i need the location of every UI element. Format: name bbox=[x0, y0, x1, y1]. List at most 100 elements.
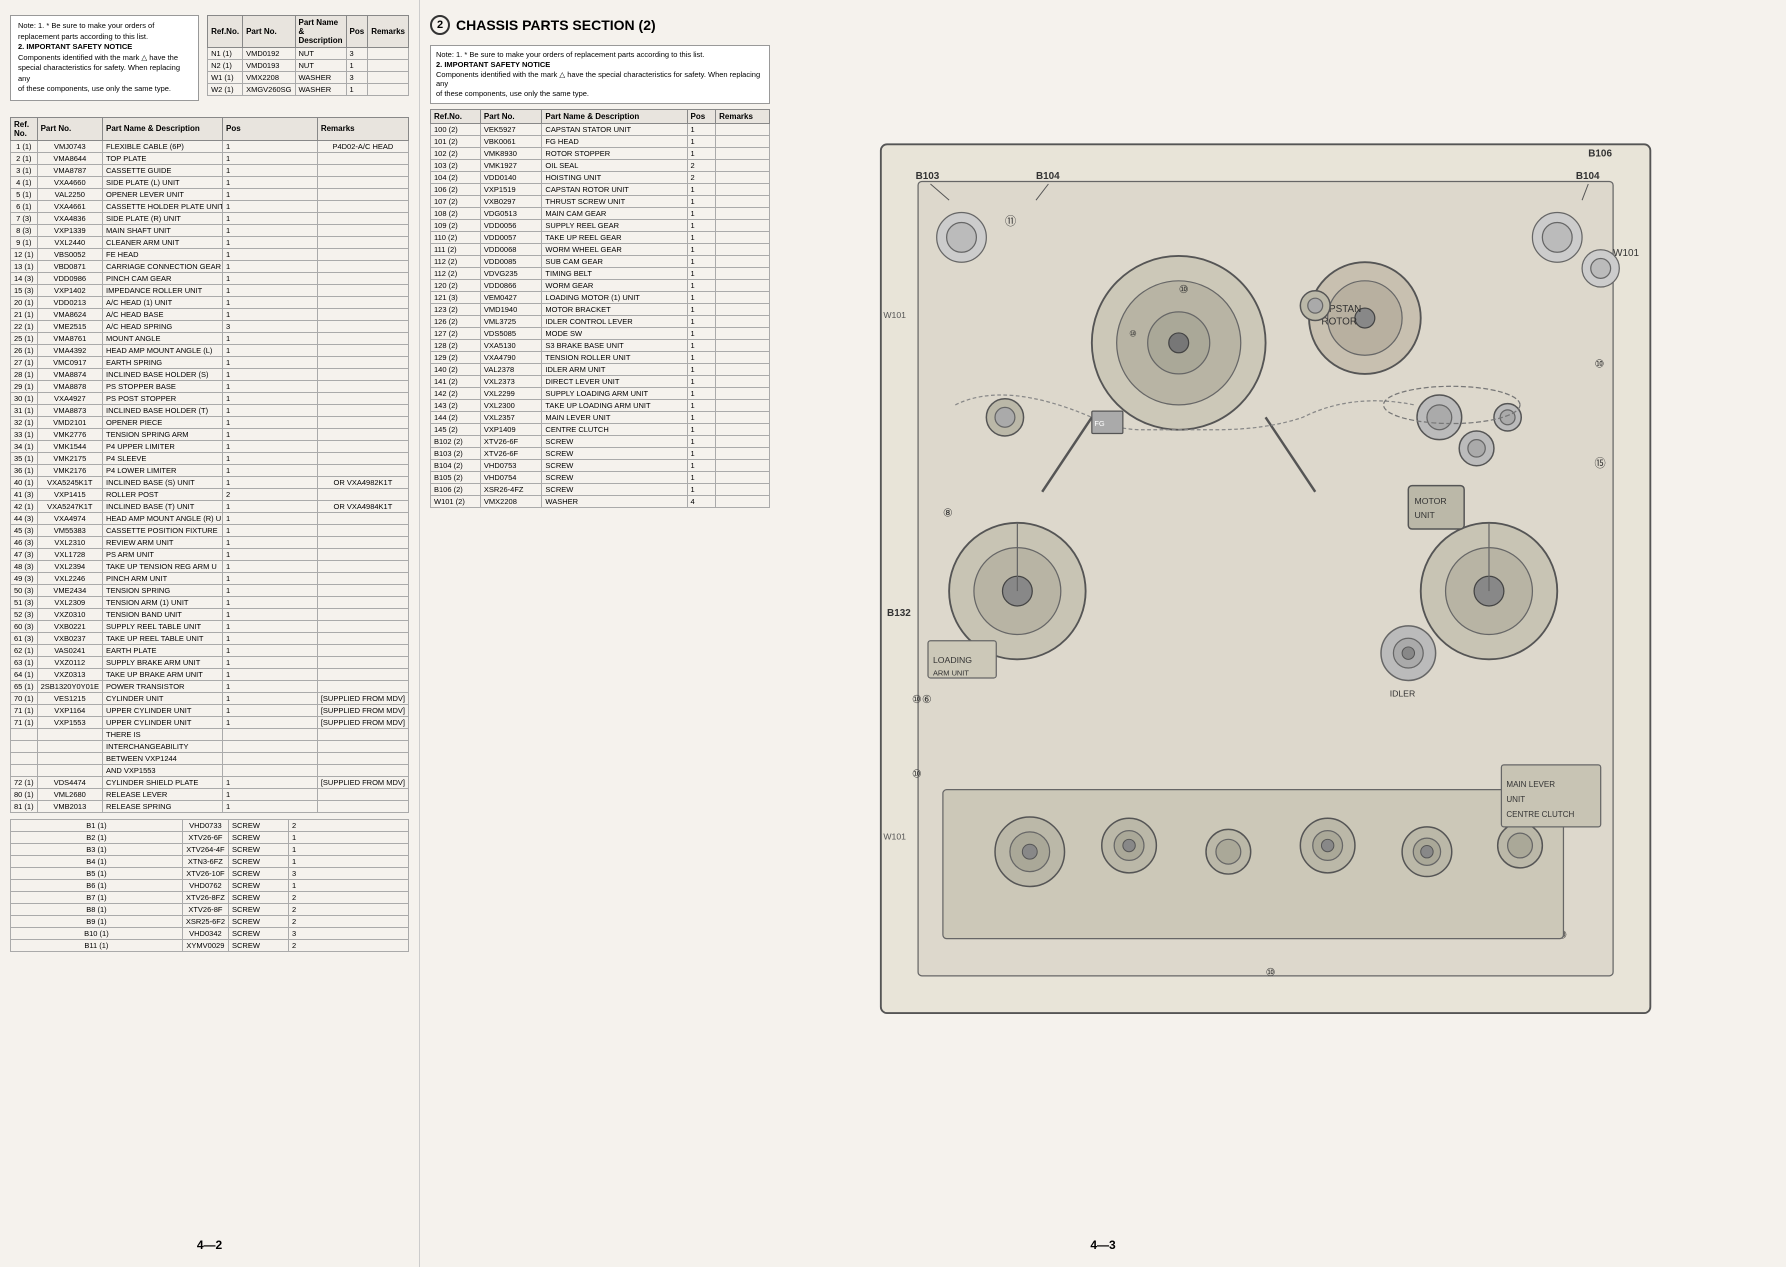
notice-line2: 2. IMPORTANT SAFETY NOTICE bbox=[18, 42, 191, 53]
table-row: 71 (1)VXP1553UPPER CYLINDER UNIT1[SUPPLI… bbox=[11, 716, 409, 728]
table-row: 64 (1)VXZ0313TAKE UP BRAKE ARM UNIT1 bbox=[11, 668, 409, 680]
left-notice-box: Note: 1. * Be sure to make your orders o… bbox=[10, 15, 199, 101]
table-row: 121 (3)VEM0427LOADING MOTOR (1) UNIT1 bbox=[431, 291, 770, 303]
svg-text:UNIT: UNIT bbox=[1415, 510, 1436, 520]
table-row: AND VXP1553 bbox=[11, 764, 409, 776]
table-row: B105 (2)VHD0754SCREW1 bbox=[431, 471, 770, 483]
table-row: N1 (1)VMD0192NUT3 bbox=[208, 48, 409, 60]
svg-text:CENTRE CLUTCH: CENTRE CLUTCH bbox=[1506, 810, 1574, 819]
svg-text:B104: B104 bbox=[1576, 171, 1600, 182]
table-row: 128 (2)VXA5130S3 BRAKE BASE UNIT1 bbox=[431, 339, 770, 351]
svg-text:W101: W101 bbox=[883, 310, 906, 320]
table-row: 104 (2)VDD0140HOISTING UNIT2 bbox=[431, 171, 770, 183]
table-row: 49 (3)VXL2246PINCH ARM UNIT1 bbox=[11, 572, 409, 584]
table-row: 145 (2)VXP1409CENTRE CLUTCH1 bbox=[431, 423, 770, 435]
table-row: 15 (3)VXP1402IMPEDANCE ROLLER UNIT1 bbox=[11, 284, 409, 296]
table-row: 48 (3)VXL2394TAKE UP TENSION REG ARM U1 bbox=[11, 560, 409, 572]
table-row: 32 (1)VMD2101OPENER PIECE1 bbox=[11, 416, 409, 428]
table-row: 140 (2)VAL2378IDLER ARM UNIT1 bbox=[431, 363, 770, 375]
table-row: 62 (1)VAS0241EARTH PLATE1 bbox=[11, 644, 409, 656]
table-row: 44 (3)VXA4974HEAD AMP MOUNT ANGLE (R) U1 bbox=[11, 512, 409, 524]
table-row: 1 (1)VMJ0743FLEXIBLE CABLE (6P)1P4D02-A/… bbox=[11, 140, 409, 152]
table-row: 52 (3)VXZ0310TENSION BAND UNIT1 bbox=[11, 608, 409, 620]
svg-text:⑩⑥: ⑩⑥ bbox=[912, 694, 932, 706]
table-row: 65 (1)2SB1320Y0Y01EPOWER TRANSISTOR1 bbox=[11, 680, 409, 692]
svg-text:W101: W101 bbox=[1613, 248, 1639, 259]
right-page-number: 4—3 bbox=[1090, 1238, 1115, 1252]
table-row: 144 (2)VXL2357MAIN LEVER UNIT1 bbox=[431, 411, 770, 423]
notice-line3: Components identified with the mark △ ha… bbox=[18, 53, 191, 85]
table-row: 3 (1)VMA8787CASSETTE GUIDE1 bbox=[11, 164, 409, 176]
table-row: B5 (1)XTV26-10FSCREW3 bbox=[11, 867, 409, 879]
notice-line4: of these components, use only the same t… bbox=[18, 84, 191, 95]
table-row: B102 (2)XTV26-6FSCREW1 bbox=[431, 435, 770, 447]
table-row: 127 (2)VDS5085MODE SW1 bbox=[431, 327, 770, 339]
table-row: 28 (1)VMA8874INCLINED BASE HOLDER (S)1 bbox=[11, 368, 409, 380]
section-number: 2 bbox=[430, 15, 450, 35]
table-row: 31 (1)VMA8873INCLINED BASE HOLDER (T)1 bbox=[11, 404, 409, 416]
table-row: 7 (3)VXA4836SIDE PLATE (R) UNIT1 bbox=[11, 212, 409, 224]
table-row: 126 (2)VML3725IDLER CONTROL LEVER1 bbox=[431, 315, 770, 327]
svg-text:⑩: ⑩ bbox=[1129, 329, 1137, 339]
table-row: B2 (1)XTV26-6FSCREW1 bbox=[11, 831, 409, 843]
r-notice-l3: Components identified with the mark △ ha… bbox=[436, 70, 764, 90]
table-row: B4 (1)XTN3-6FZSCREW1 bbox=[11, 855, 409, 867]
table-row: INTERCHANGEABILITY bbox=[11, 740, 409, 752]
table-row: 129 (2)VXA4790TENSION ROLLER UNIT1 bbox=[431, 351, 770, 363]
table-row: 110 (2)VDD0057TAKE UP REEL GEAR1 bbox=[431, 231, 770, 243]
table-row: B3 (1)XTV264-4FSCREW1 bbox=[11, 843, 409, 855]
table-row: 42 (1)VXA5247K1TINCLINED BASE (T) UNIT1O… bbox=[11, 500, 409, 512]
svg-text:⑩: ⑩ bbox=[1179, 284, 1189, 296]
table-row: 63 (1)VXZ0112SUPPLY BRAKE ARM UNIT1 bbox=[11, 656, 409, 668]
table-row: B104 (2)VHD0753SCREW1 bbox=[431, 459, 770, 471]
table-row: 27 (1)VMC0917EARTH SPRING1 bbox=[11, 356, 409, 368]
table-row: 34 (1)VMK1544P4 UPPER LIMITER1 bbox=[11, 440, 409, 452]
table-row: 26 (1)VMA4392HEAD AMP MOUNT ANGLE (L)1 bbox=[11, 344, 409, 356]
right-notice-box: Note: 1. * Be sure to make your orders o… bbox=[430, 45, 770, 104]
svg-text:⑩: ⑩ bbox=[1594, 359, 1604, 371]
right-parts-table: Ref.No. Part No. Part Name & Description… bbox=[430, 109, 770, 508]
table-row: W101 (2)VMX2208WASHER4 bbox=[431, 495, 770, 507]
svg-text:ROTOR: ROTOR bbox=[1321, 316, 1357, 327]
table-row: 103 (2)VMK1927OIL SEAL2 bbox=[431, 159, 770, 171]
table-row: 33 (1)VMK2776TENSION SPRING ARM1 bbox=[11, 428, 409, 440]
table-row: 72 (1)VDS4474CYLINDER SHIELD PLATE1[SUPP… bbox=[11, 776, 409, 788]
svg-text:FG: FG bbox=[1094, 419, 1105, 428]
table-row: B6 (1)VHD0762SCREW1 bbox=[11, 879, 409, 891]
table-row: 81 (1)VMB2013RELEASE SPRING1 bbox=[11, 800, 409, 812]
top-parts-table: Ref.No. Part No. Part Name & Description… bbox=[207, 15, 409, 96]
table-row: BETWEEN VXP1244 bbox=[11, 752, 409, 764]
table-row: 12 (1)VBS0052FE HEAD1 bbox=[11, 248, 409, 260]
section-title-text: CHASSIS PARTS SECTION (2) bbox=[456, 17, 656, 33]
table-row: 6 (1)VXA4661CASSETTE HOLDER PLATE UNIT1 bbox=[11, 200, 409, 212]
table-row: 25 (1)VMA8761MOUNT ANGLE1 bbox=[11, 332, 409, 344]
table-row: 71 (1)VXP1164UPPER CYLINDER UNIT1[SUPPLI… bbox=[11, 704, 409, 716]
svg-text:ARM UNIT: ARM UNIT bbox=[933, 668, 969, 677]
table-row: 22 (1)VME2515A/C HEAD SPRING3 bbox=[11, 320, 409, 332]
table-row: 143 (2)VXL2300TAKE UP LOADING ARM UNIT1 bbox=[431, 399, 770, 411]
svg-text:W101: W101 bbox=[883, 831, 906, 841]
chassis-section-title: 2 CHASSIS PARTS SECTION (2) bbox=[430, 15, 1776, 35]
table-row: B8 (1)XTV26-8FSCREW2 bbox=[11, 903, 409, 915]
table-row: 108 (2)VDG0513MAIN CAM GEAR1 bbox=[431, 207, 770, 219]
table-row: 112 (2)VDD0085SUB CAM GEAR1 bbox=[431, 255, 770, 267]
table-row: 141 (2)VXL2373DIRECT LEVER UNIT1 bbox=[431, 375, 770, 387]
table-row: 109 (2)VDD0056SUPPLY REEL GEAR1 bbox=[431, 219, 770, 231]
left-page: Note: 1. * Be sure to make your orders o… bbox=[0, 0, 420, 1267]
table-row: 51 (3)VXL2309TENSION ARM (1) UNIT1 bbox=[11, 596, 409, 608]
table-row: 4 (1)VXA4660SIDE PLATE (L) UNIT1 bbox=[11, 176, 409, 188]
table-row: 13 (1)VBD0871CARRIAGE CONNECTION GEAR1 bbox=[11, 260, 409, 272]
table-row: 120 (2)VDD0866WORM GEAR1 bbox=[431, 279, 770, 291]
table-row: N2 (1)VMD0193NUT1 bbox=[208, 60, 409, 72]
table-row: B1 (1)VHD0733SCREW2 bbox=[11, 819, 409, 831]
main-parts-table: Ref. No. Part No. Part Name & Descriptio… bbox=[10, 117, 409, 813]
table-row: 46 (3)VXL2310REVIEW ARM UNIT1 bbox=[11, 536, 409, 548]
r-notice-l2: 2. IMPORTANT SAFETY NOTICE bbox=[436, 60, 764, 70]
screws-table: B1 (1)VHD0733SCREW2B2 (1)XTV26-6FSCREW1B… bbox=[10, 819, 409, 952]
svg-text:LOADING: LOADING bbox=[933, 655, 972, 665]
table-row: 100 (2)VEK5927CAPSTAN STATOR UNIT1 bbox=[431, 123, 770, 135]
table-row: 35 (1)VMK2175P4 SLEEVE1 bbox=[11, 452, 409, 464]
table-row: 123 (2)VMD1940MOTOR BRACKET1 bbox=[431, 303, 770, 315]
r-notice-l4: of these components, use only the same t… bbox=[436, 89, 764, 99]
table-row: 60 (3)VXB0221SUPPLY REEL TABLE UNIT1 bbox=[11, 620, 409, 632]
